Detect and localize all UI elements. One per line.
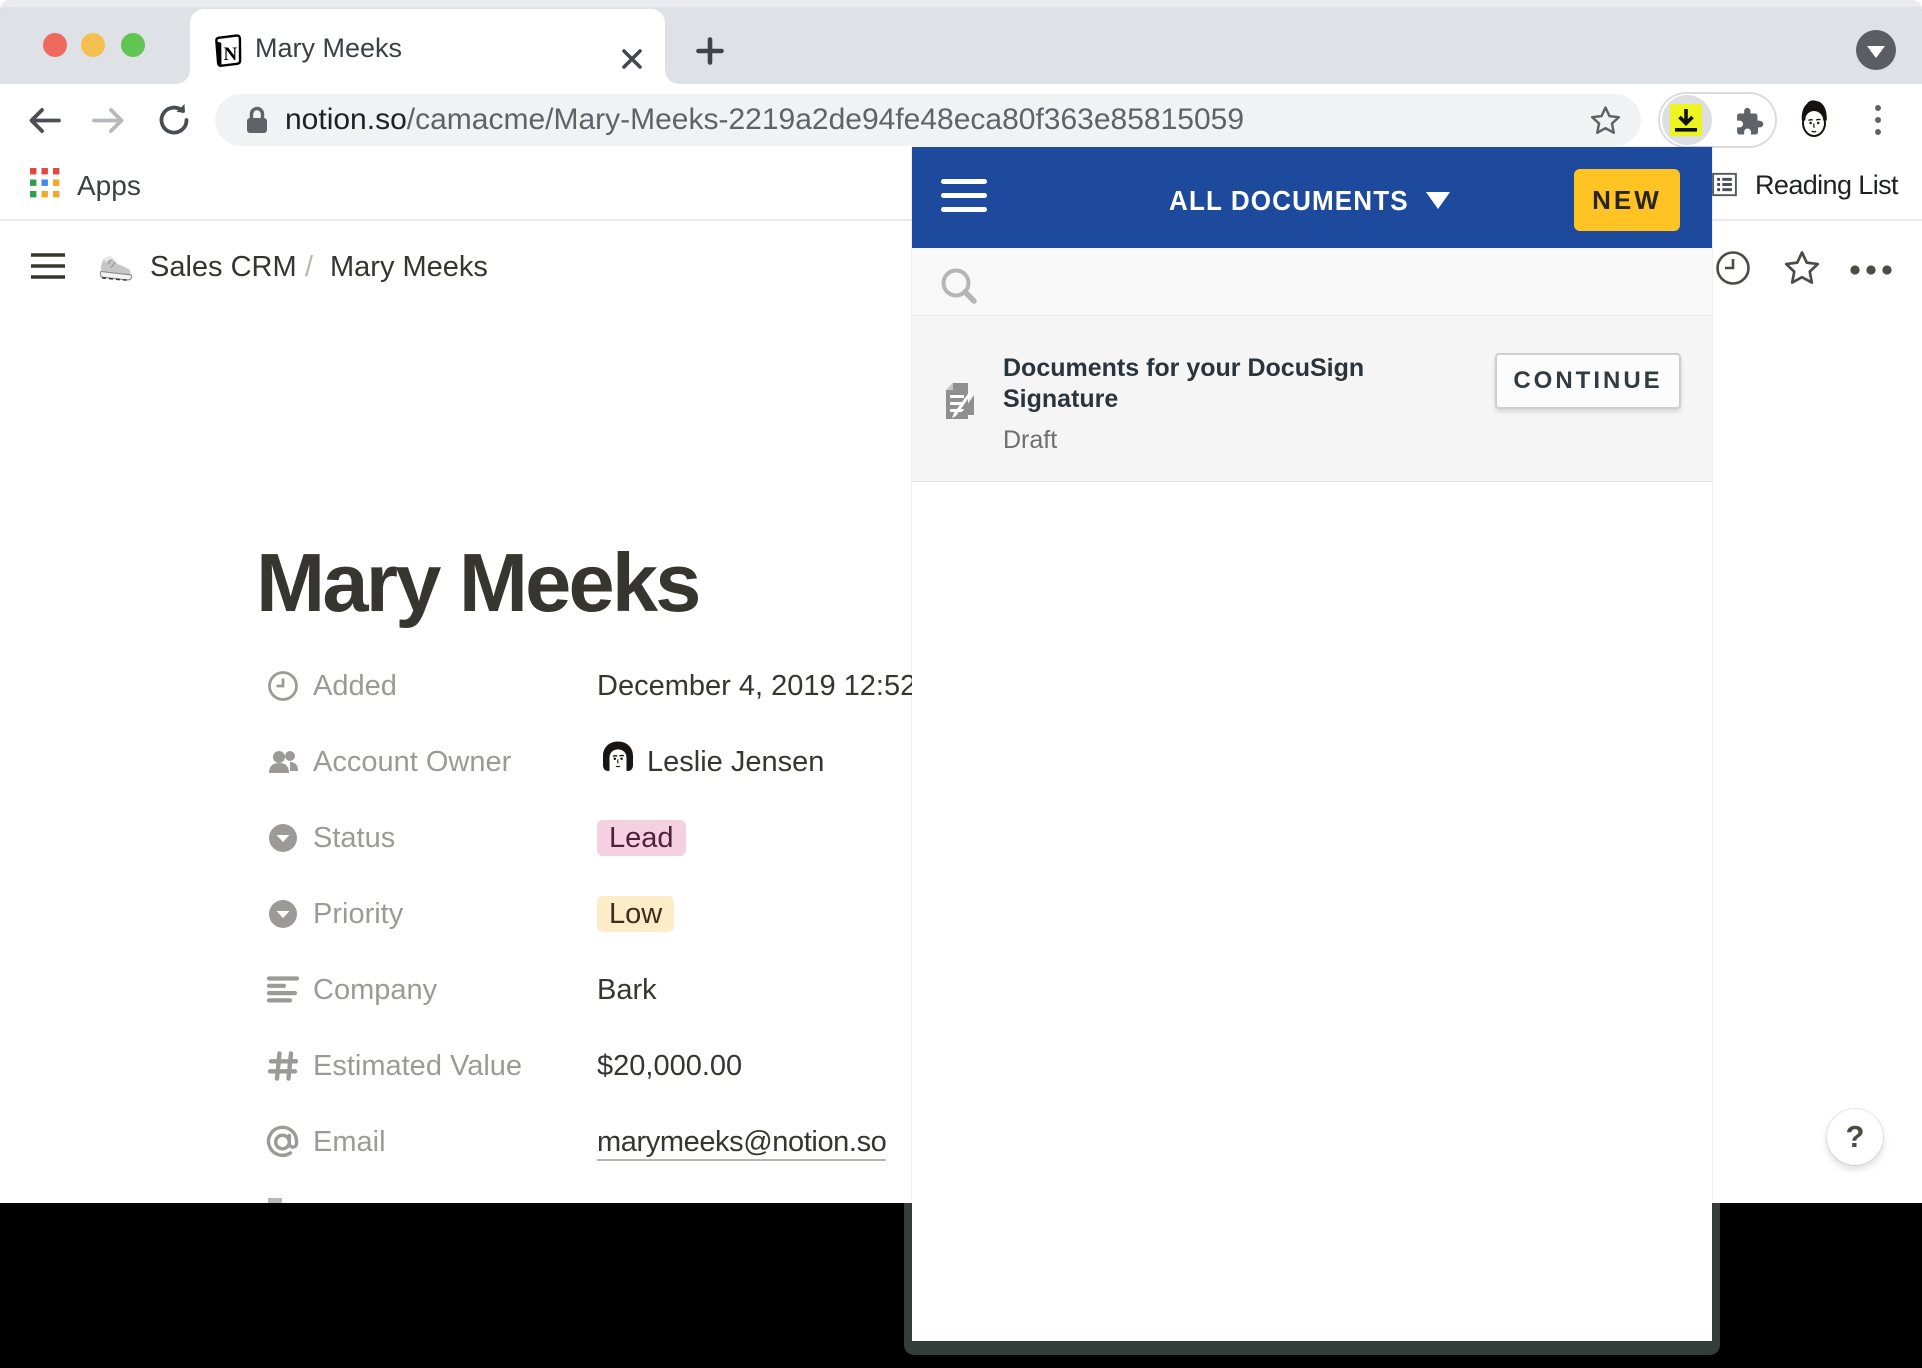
svg-text:N: N xyxy=(224,44,238,65)
